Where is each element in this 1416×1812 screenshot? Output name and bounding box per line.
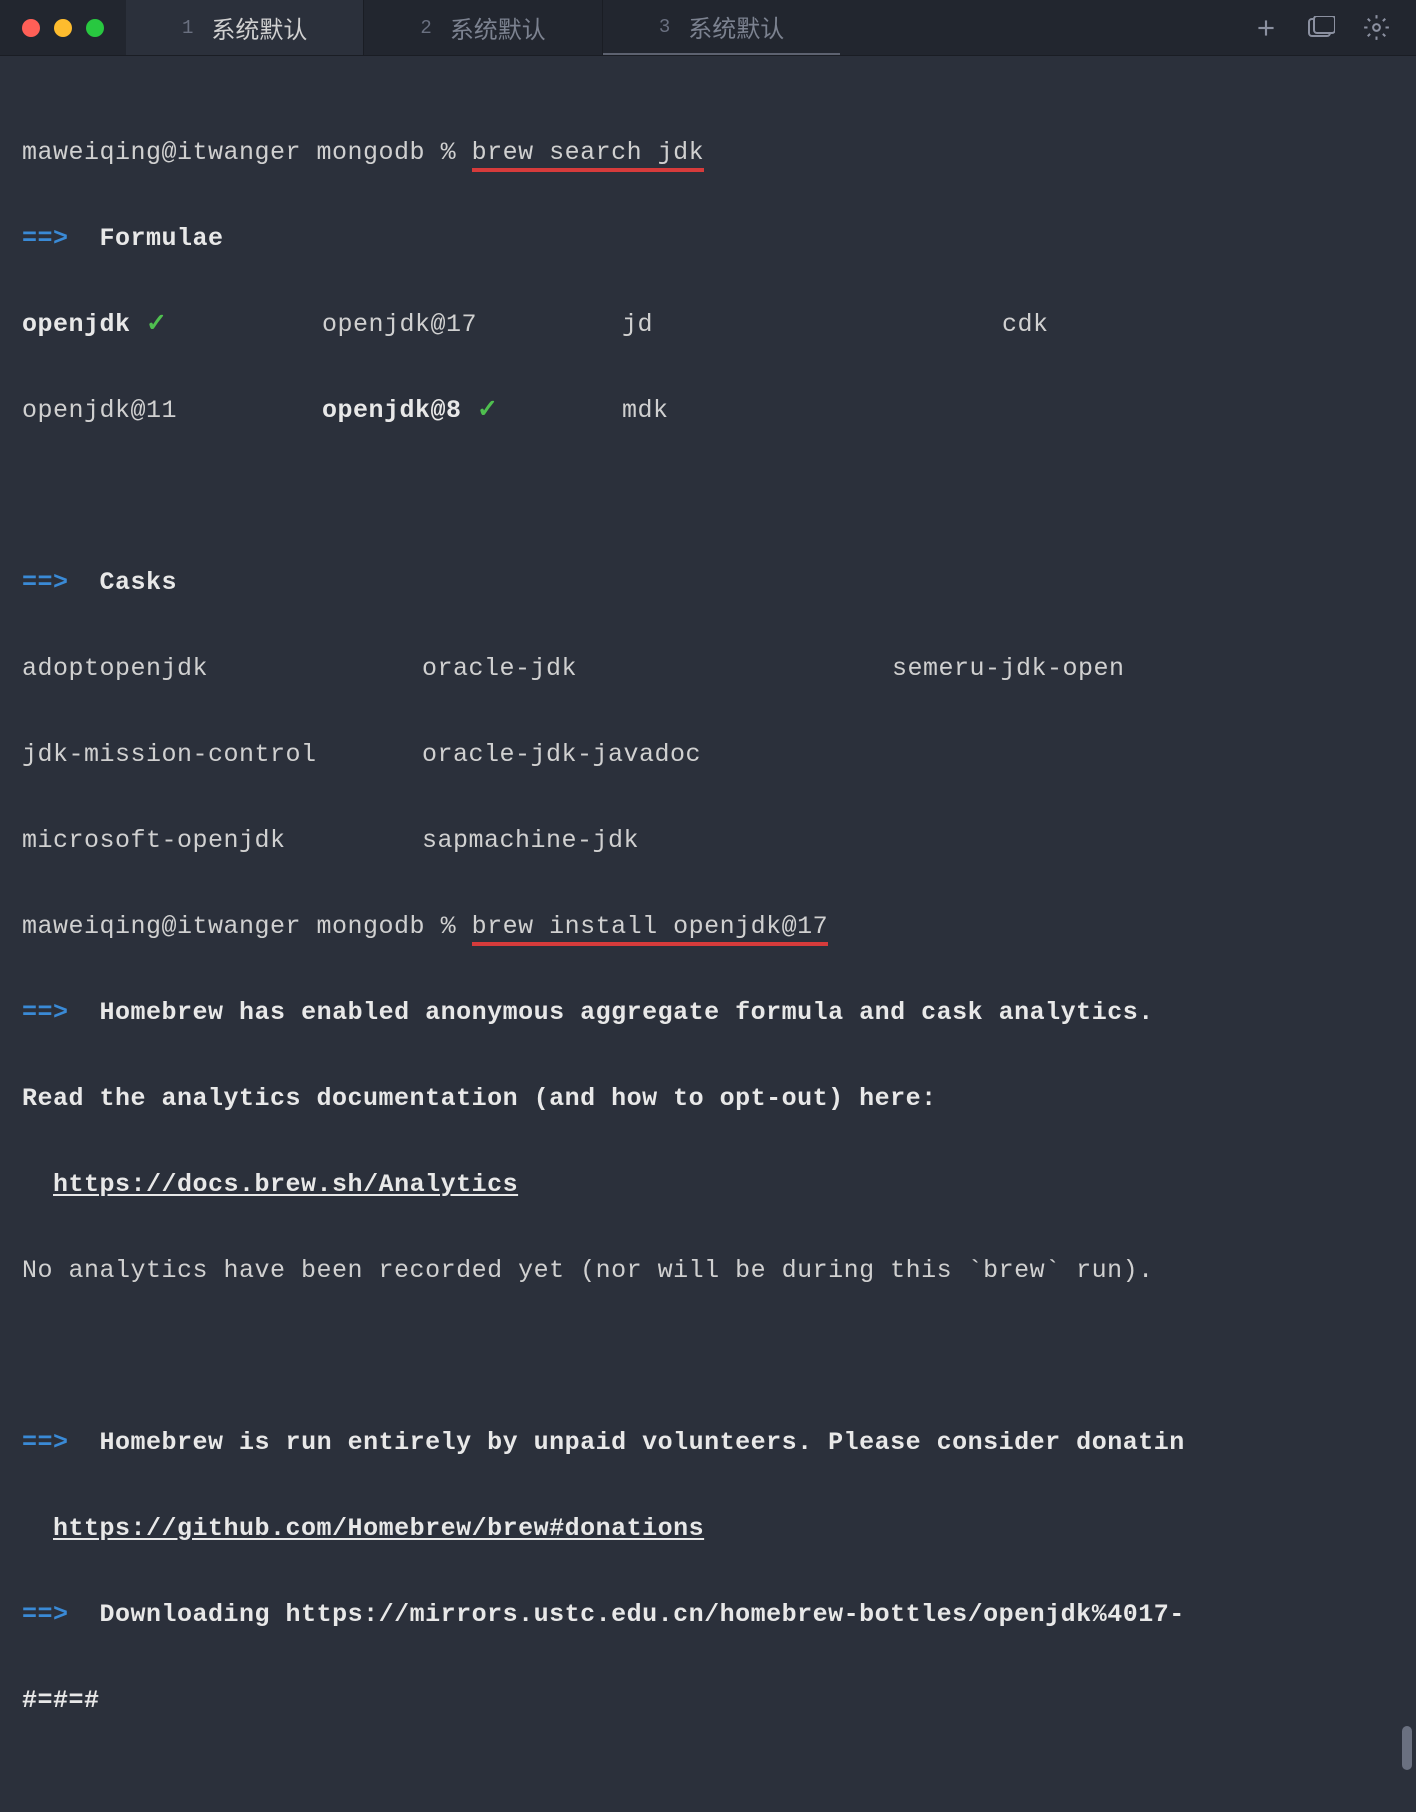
cask-item: adoptopenjdk bbox=[22, 647, 422, 690]
tab-label: 系统默认 bbox=[450, 10, 546, 46]
settings-icon[interactable] bbox=[1363, 14, 1390, 41]
cask-item: oracle-jdk-javadoc bbox=[422, 733, 892, 776]
formula-item: cdk bbox=[1002, 303, 1394, 346]
check-icon: ✓ bbox=[477, 396, 498, 425]
formula-item: jd bbox=[622, 303, 1002, 346]
cask-item: jdk-mission-control bbox=[22, 733, 422, 776]
section-heading: Formulae bbox=[100, 224, 224, 253]
output-line: Read the analytics documentation (and ho… bbox=[22, 1077, 1394, 1120]
command-text: brew install openjdk@17 bbox=[472, 912, 829, 946]
section-arrow: ==> bbox=[22, 998, 69, 1027]
formula-item: openjdk@11 bbox=[22, 389, 322, 432]
output-line: Homebrew is run entirely by unpaid volun… bbox=[100, 1428, 1185, 1457]
formula-item: openjdk@8 bbox=[322, 396, 462, 425]
section-heading: Casks bbox=[100, 568, 178, 597]
cask-item: sapmachine-jdk bbox=[422, 819, 892, 862]
section-arrow: ==> bbox=[22, 568, 69, 597]
formulae-row: openjdk@11openjdk@8 ✓ mdk bbox=[22, 389, 1394, 432]
cask-item: microsoft-openjdk bbox=[22, 819, 422, 862]
traffic-lights bbox=[0, 0, 126, 55]
add-tab-button[interactable] bbox=[1253, 15, 1279, 41]
progress-indicator: #=#=# bbox=[22, 1679, 1394, 1722]
maximize-window-button[interactable] bbox=[86, 19, 104, 37]
cask-item: semeru-jdk-open bbox=[892, 647, 1394, 690]
shell-prompt: maweiqing@itwanger mongodb % bbox=[22, 912, 472, 941]
tab-label: 系统默认 bbox=[211, 10, 307, 46]
formulae-row: openjdk ✓ openjdk@17jdcdk bbox=[22, 303, 1394, 346]
check-icon: ✓ bbox=[146, 310, 167, 339]
command-text: brew search jdk bbox=[472, 138, 705, 172]
casks-row: microsoft-openjdksapmachine-jdk bbox=[22, 819, 1394, 862]
tab-label: 系统默认 bbox=[688, 9, 784, 45]
output-line: Downloading https://mirrors.ustc.edu.cn/… bbox=[100, 1600, 1185, 1629]
scrollbar-thumb[interactable] bbox=[1402, 1726, 1412, 1770]
formula-item: mdk bbox=[622, 389, 1002, 432]
tabs: 1 系统默认 2 系统默认 3 系统默认 bbox=[126, 0, 1227, 55]
section-arrow: ==> bbox=[22, 1600, 69, 1629]
analytics-link[interactable]: https://docs.brew.sh/Analytics bbox=[53, 1170, 518, 1199]
tab-number: 2 bbox=[420, 17, 431, 39]
casks-row: jdk-mission-controloracle-jdk-javadoc bbox=[22, 733, 1394, 776]
output-line: No analytics have been recorded yet (nor… bbox=[22, 1249, 1394, 1292]
titlebar: 1 系统默认 2 系统默认 3 系统默认 bbox=[0, 0, 1416, 56]
cask-item: oracle-jdk bbox=[422, 647, 892, 690]
close-window-button[interactable] bbox=[22, 19, 40, 37]
section-arrow: ==> bbox=[22, 1428, 69, 1457]
donations-link[interactable]: https://github.com/Homebrew/brew#donatio… bbox=[53, 1514, 704, 1543]
output-line: Homebrew has enabled anonymous aggregate… bbox=[100, 998, 1154, 1027]
tab-3[interactable]: 3 系统默认 bbox=[603, 0, 840, 55]
minimize-window-button[interactable] bbox=[54, 19, 72, 37]
section-arrow: ==> bbox=[22, 224, 69, 253]
panels-icon[interactable] bbox=[1307, 16, 1335, 40]
tab-2[interactable]: 2 系统默认 bbox=[364, 0, 602, 55]
formula-item: openjdk@17 bbox=[322, 303, 622, 346]
tab-number: 1 bbox=[182, 17, 193, 39]
terminal-output[interactable]: maweiqing@itwanger mongodb % brew search… bbox=[0, 56, 1416, 1812]
tab-number: 3 bbox=[659, 16, 670, 38]
casks-row: adoptopenjdkoracle-jdksemeru-jdk-open bbox=[22, 647, 1394, 690]
shell-prompt: maweiqing@itwanger mongodb % bbox=[22, 138, 472, 167]
tab-1[interactable]: 1 系统默认 bbox=[126, 0, 364, 55]
formula-item: openjdk bbox=[22, 310, 131, 339]
titlebar-actions bbox=[1227, 0, 1416, 55]
